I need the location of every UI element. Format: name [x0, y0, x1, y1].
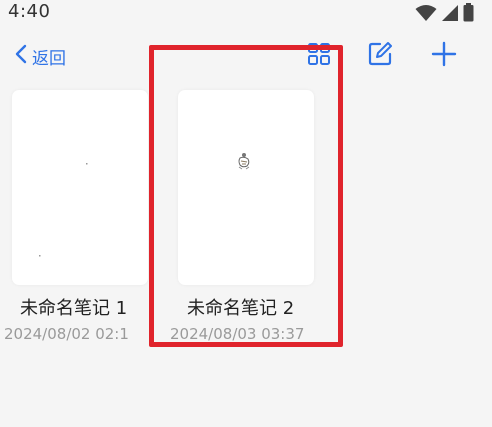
edit-icon: [367, 41, 393, 71]
wifi-icon: [415, 4, 437, 22]
note-date: 2024/08/03 03:37: [170, 325, 305, 343]
grid-view-button[interactable]: [305, 42, 333, 70]
grid-view-icon: [307, 42, 331, 70]
chevron-left-icon: [14, 43, 28, 69]
back-button[interactable]: 返回: [14, 42, 66, 70]
note-thumbnail: [238, 153, 250, 170]
new-note-button[interactable]: [366, 42, 394, 70]
status-icons: [415, 3, 474, 22]
cellular-signal-icon: [441, 4, 459, 22]
status-time: 4:40: [8, 1, 51, 22]
status-bar: 4:40: [0, 0, 492, 28]
toolbar: 返回: [0, 36, 492, 76]
add-icon: [431, 41, 457, 71]
note-card-2[interactable]: [178, 90, 314, 285]
note-date: 2024/08/02 02:1: [4, 325, 129, 343]
back-label: 返回: [32, 48, 66, 69]
note-title: 未命名笔记 2: [187, 298, 295, 319]
note-title: 未命名笔记 1: [20, 298, 128, 319]
note-thumbnail: [39, 163, 88, 257]
battery-icon: [463, 3, 474, 22]
note-card-1[interactable]: [12, 90, 148, 285]
add-button[interactable]: [430, 41, 458, 71]
